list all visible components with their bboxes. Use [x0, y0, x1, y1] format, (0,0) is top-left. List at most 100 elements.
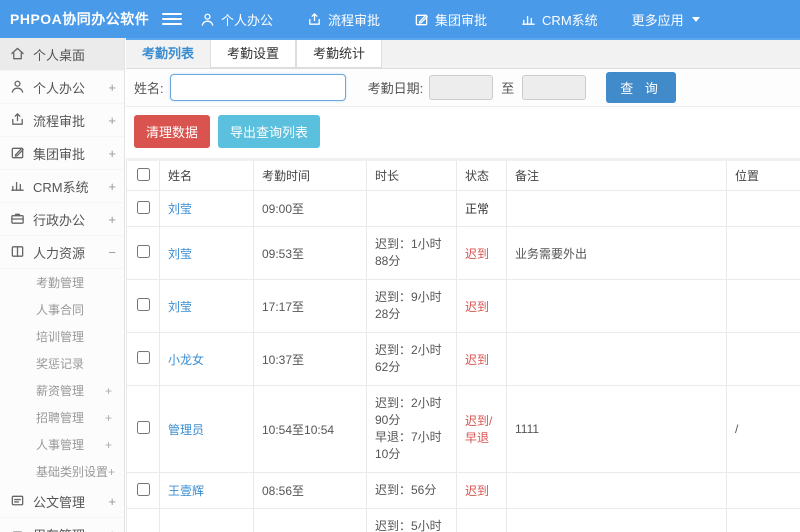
- sidebar-subitem-1[interactable]: 人事合同: [0, 296, 124, 323]
- cell-note: 业务需要外出: [506, 226, 727, 280]
- expand-icon[interactable]: +: [108, 146, 116, 161]
- cell-note: [506, 472, 727, 509]
- expand-icon[interactable]: +: [105, 411, 112, 425]
- row-checkbox[interactable]: [136, 298, 150, 311]
- sidebar-subitem-2[interactable]: 培训管理: [0, 323, 124, 350]
- sidebar-subitem-label: 人事合同: [36, 303, 85, 317]
- tab-2[interactable]: 考勤统计: [296, 40, 383, 68]
- cell-status: 迟到: [456, 472, 507, 509]
- row-checkbox[interactable]: [136, 245, 150, 258]
- query-button[interactable]: 查 询: [606, 72, 676, 103]
- sidebar-item-5[interactable]: 行政办公 +: [0, 203, 124, 236]
- expand-icon[interactable]: +: [108, 527, 116, 532]
- cell-location: [726, 226, 800, 280]
- employee-name-link[interactable]: 刘莹: [168, 202, 192, 216]
- home-icon: [10, 46, 26, 62]
- date-label: 考勤日期:: [367, 81, 424, 96]
- date-to-input[interactable]: [522, 75, 587, 100]
- expand-icon[interactable]: +: [108, 212, 116, 227]
- nav-item-label: 更多应用: [631, 12, 684, 28]
- cell-location: /: [726, 385, 800, 473]
- expand-icon[interactable]: +: [105, 438, 112, 452]
- expand-icon[interactable]: +: [108, 494, 116, 509]
- tab-1[interactable]: 考勤设置: [210, 40, 297, 68]
- sidebar-subitem-3[interactable]: 奖惩记录: [0, 350, 124, 377]
- sidebar-subitem-5[interactable]: 招聘管理 +: [0, 404, 124, 431]
- expand-icon[interactable]: +: [108, 465, 115, 479]
- export-list-button[interactable]: 导出查询列表: [218, 115, 321, 148]
- col-header-name: 姓名: [159, 159, 254, 191]
- table-row: 黄蓉13:20至13:20迟到：5小时33分早退：4小时67分迟到/早退 /: [126, 508, 800, 532]
- nav-item-label: 流程审批: [328, 12, 381, 28]
- sidebar-item-label: 人力资源: [33, 245, 86, 261]
- select-all-checkbox[interactable]: [136, 167, 150, 181]
- row-checkbox[interactable]: [136, 421, 150, 434]
- sidebar-subitem-6[interactable]: 人事管理 +: [0, 431, 124, 458]
- sidebar-item-7[interactable]: 公文管理 +: [0, 485, 124, 518]
- filter-bar: 姓名: 考勤日期: 至 查 询: [126, 69, 800, 107]
- chart-icon: [521, 12, 536, 27]
- tab-0[interactable]: 考勤列表: [126, 40, 210, 68]
- sidebar-item-label: 公文管理: [33, 494, 86, 510]
- sidebar-item-1[interactable]: 个人办公 +: [0, 71, 124, 104]
- menu-icon[interactable]: [162, 13, 182, 25]
- sidebar-item-6[interactable]: 人力资源 −: [0, 236, 124, 269]
- share-icon: [307, 12, 322, 27]
- briefcase-icon: [10, 211, 26, 227]
- cell-name: 刘莹: [159, 190, 254, 227]
- expand-icon[interactable]: +: [105, 384, 112, 398]
- caret-down-icon: [691, 16, 700, 22]
- table-header-row: 姓名 考勤时间 时长 状态 备注 位置: [126, 159, 800, 191]
- cell-duration: [366, 190, 457, 227]
- car-icon: [10, 526, 26, 532]
- table-row: 刘莹 17:17至 迟到：9小时28分 迟到: [126, 279, 800, 333]
- employee-name-link[interactable]: 管理员: [168, 423, 204, 437]
- expand-icon[interactable]: +: [108, 113, 116, 128]
- share-icon: [10, 112, 26, 128]
- row-checkbox[interactable]: [136, 482, 150, 496]
- col-header-status: 状态: [456, 159, 507, 191]
- user-icon: [10, 79, 26, 95]
- cell-note: 1111: [506, 385, 727, 473]
- cell-status: 迟到: [456, 332, 507, 386]
- sidebar-item-0[interactable]: 个人桌面: [0, 38, 124, 71]
- nav-item-1[interactable]: 流程审批: [307, 10, 380, 29]
- sidebar-subitem-label: 人事管理: [36, 438, 85, 452]
- table-row: 王壹辉 08:56至 迟到：56分 迟到: [126, 472, 800, 509]
- row-select-cell: [126, 472, 160, 509]
- clean-data-button[interactable]: 清理数据: [134, 115, 211, 148]
- edit-icon: [10, 145, 26, 161]
- sidebar-item-4[interactable]: CRM系统 +: [0, 170, 124, 203]
- nav-item-4[interactable]: 更多应用: [632, 10, 700, 29]
- duration-line: 迟到：1小时88分: [375, 237, 442, 268]
- collapse-icon[interactable]: −: [108, 245, 116, 260]
- sidebar-subitem-0[interactable]: 考勤管理: [0, 269, 124, 296]
- sidebar-item-label: 流程审批: [33, 113, 86, 129]
- cell-location: /: [726, 508, 800, 532]
- expand-icon[interactable]: +: [108, 179, 116, 194]
- row-checkbox[interactable]: [136, 351, 150, 364]
- nav-item-0[interactable]: 个人办公: [200, 10, 273, 29]
- sidebar-subitem-4[interactable]: 薪资管理 +: [0, 377, 124, 404]
- sidebar-item-3[interactable]: 集团审批 +: [0, 137, 124, 170]
- cell-attendance-time: 10:54至10:54: [253, 385, 367, 473]
- employee-name-link[interactable]: 刘莹: [168, 247, 192, 261]
- nav-item-3[interactable]: CRM系统: [521, 10, 598, 29]
- duration-line: 迟到：2小时90分: [375, 396, 442, 427]
- nav-item-2[interactable]: 集团审批: [414, 10, 487, 29]
- expand-icon[interactable]: +: [108, 80, 116, 95]
- date-from-input[interactable]: [429, 75, 494, 100]
- nav-item-label: 集团审批: [435, 12, 488, 28]
- sidebar-item-8[interactable]: 用车管理+: [0, 518, 124, 532]
- employee-name-link[interactable]: 小龙女: [168, 353, 204, 367]
- sidebar-item-2[interactable]: 流程审批 +: [0, 104, 124, 137]
- cell-status: 迟到: [456, 226, 507, 280]
- sidebar-subitem-7[interactable]: 基础类别设置 +: [0, 458, 124, 485]
- employee-name-link[interactable]: 王壹辉: [168, 484, 204, 498]
- employee-name-link[interactable]: 刘莹: [168, 300, 192, 314]
- cell-status: 迟到/早退: [456, 385, 507, 473]
- duration-line: 迟到：2小时62分: [375, 343, 442, 374]
- name-input[interactable]: [169, 74, 346, 101]
- main-content: 考勤列表 考勤设置 考勤统计 姓名: 考勤日期: 至 查 询 清理数据 导出查询列表…: [126, 38, 800, 532]
- row-checkbox[interactable]: [136, 200, 150, 214]
